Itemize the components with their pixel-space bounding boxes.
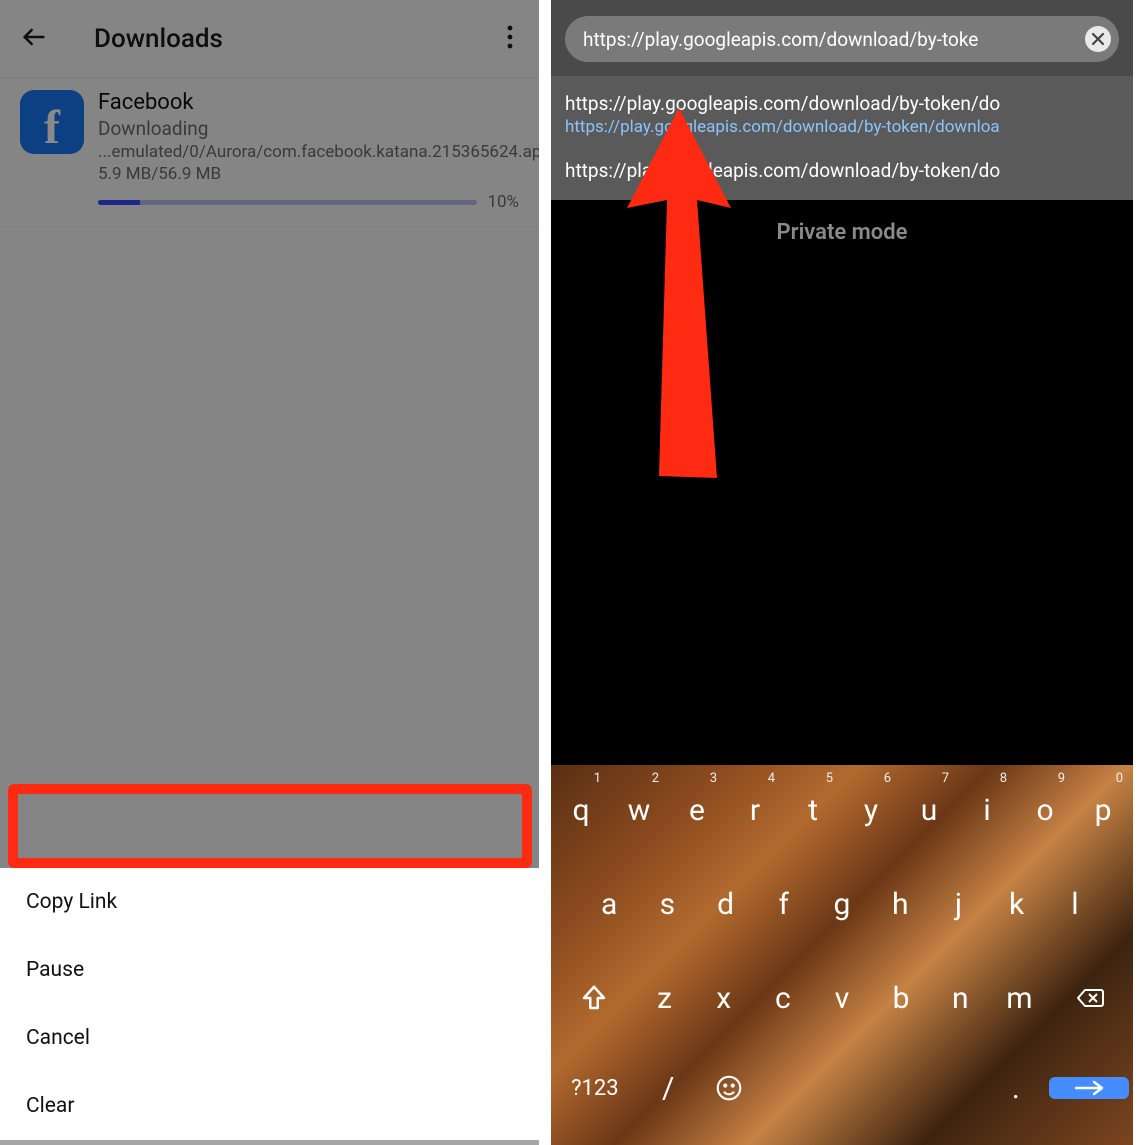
- key-h[interactable]: h: [874, 863, 926, 945]
- suggestion-1-url: https://play.googleapis.com/download/by-…: [565, 117, 1119, 137]
- progress-row: 10%: [98, 192, 519, 212]
- sheet-copy-link[interactable]: Copy Link: [0, 868, 539, 936]
- suggestion-1-text: https://play.googleapis.com/download/by-…: [565, 92, 1119, 115]
- sheet-clear[interactable]: Clear: [0, 1072, 539, 1140]
- more-icon[interactable]: [507, 25, 513, 53]
- backspace-key[interactable]: [1052, 957, 1129, 1039]
- right-screenshot: https://play.googleapis.com/download/by-…: [551, 0, 1133, 1145]
- keyboard-row-1: q1w2e3r4t5y6u7i8o9p0: [555, 769, 1129, 851]
- clear-url-icon[interactable]: [1085, 26, 1111, 52]
- facebook-icon: f: [20, 90, 84, 154]
- key-e[interactable]: e3: [671, 769, 723, 851]
- key-m[interactable]: m: [993, 957, 1046, 1039]
- key-s[interactable]: s: [641, 863, 693, 945]
- key-q[interactable]: q1: [555, 769, 607, 851]
- downloads-header: Downloads: [0, 0, 539, 78]
- key-n[interactable]: n: [934, 957, 987, 1039]
- key-r[interactable]: r4: [729, 769, 781, 851]
- suggestion-1[interactable]: https://play.googleapis.com/download/by-…: [565, 92, 1119, 137]
- download-item[interactable]: f Facebook Downloading ...emulated/0/Aur…: [0, 78, 539, 227]
- key-t[interactable]: t5: [787, 769, 839, 851]
- key-l[interactable]: l: [1049, 863, 1101, 945]
- key-z[interactable]: z: [638, 957, 691, 1039]
- numbers-key[interactable]: ?123: [555, 1076, 635, 1101]
- key-k[interactable]: k: [991, 863, 1043, 945]
- key-f[interactable]: f: [758, 863, 810, 945]
- back-icon[interactable]: [20, 23, 48, 55]
- key-a[interactable]: a: [583, 863, 635, 945]
- url-bar[interactable]: https://play.googleapis.com/download/by-…: [565, 16, 1119, 62]
- download-app-name: Facebook: [98, 90, 519, 115]
- key-u[interactable]: u7: [903, 769, 955, 851]
- progress-percent: 10%: [487, 192, 519, 212]
- key-d[interactable]: d: [699, 863, 751, 945]
- progress-fill: [98, 200, 140, 205]
- key-j[interactable]: j: [932, 863, 984, 945]
- key-g[interactable]: g: [816, 863, 868, 945]
- page-title: Downloads: [94, 24, 223, 54]
- keyboard-row-4: ?123 / .: [555, 1051, 1129, 1125]
- dot-key[interactable]: .: [988, 1071, 1043, 1106]
- key-y[interactable]: y6: [845, 769, 897, 851]
- url-text: https://play.googleapis.com/download/by-…: [583, 28, 1085, 51]
- key-c[interactable]: c: [756, 957, 809, 1039]
- suggestions-panel: https://play.googleapis.com/download/by-…: [551, 76, 1133, 200]
- download-path: ...emulated/0/Aurora/com.facebook.katana…: [98, 142, 519, 162]
- private-mode-label: Private mode: [551, 220, 1133, 245]
- keyboard-row-3: zxcvbnm: [555, 957, 1129, 1039]
- keyboard-row-2: asdfghjkl: [555, 863, 1129, 945]
- suggestion-2-text: https://play.googleapis.com/download/by-…: [565, 159, 1119, 182]
- sheet-separator: [0, 1140, 539, 1145]
- key-v[interactable]: v: [815, 957, 868, 1039]
- suggestion-2[interactable]: https://play.googleapis.com/download/by-…: [565, 159, 1119, 182]
- download-status: Downloading: [98, 117, 519, 140]
- progress-bar: [98, 200, 477, 205]
- sheet-cancel[interactable]: Cancel: [0, 1004, 539, 1072]
- key-o[interactable]: o9: [1019, 769, 1071, 851]
- url-bar-area: https://play.googleapis.com/download/by-…: [551, 0, 1133, 76]
- key-i[interactable]: i8: [961, 769, 1013, 851]
- sheet-pause[interactable]: Pause: [0, 936, 539, 1004]
- shift-key[interactable]: [555, 957, 632, 1039]
- go-key[interactable]: [1049, 1077, 1129, 1099]
- download-info: Facebook Downloading ...emulated/0/Auror…: [98, 90, 519, 212]
- emoji-key[interactable]: [702, 1073, 757, 1103]
- download-size: 5.9 MB/56.9 MB: [98, 164, 519, 184]
- slash-key[interactable]: /: [641, 1071, 696, 1106]
- keyboard: q1w2e3r4t5y6u7i8o9p0 asdfghjkl zxcvbnm ?…: [551, 765, 1133, 1145]
- key-p[interactable]: p0: [1077, 769, 1129, 851]
- key-x[interactable]: x: [697, 957, 750, 1039]
- left-screenshot: Downloads f Facebook Downloading ...emul…: [0, 0, 551, 1145]
- bottom-sheet: Copy Link Pause Cancel Clear: [0, 868, 539, 1145]
- key-b[interactable]: b: [875, 957, 928, 1039]
- key-w[interactable]: w2: [613, 769, 665, 851]
